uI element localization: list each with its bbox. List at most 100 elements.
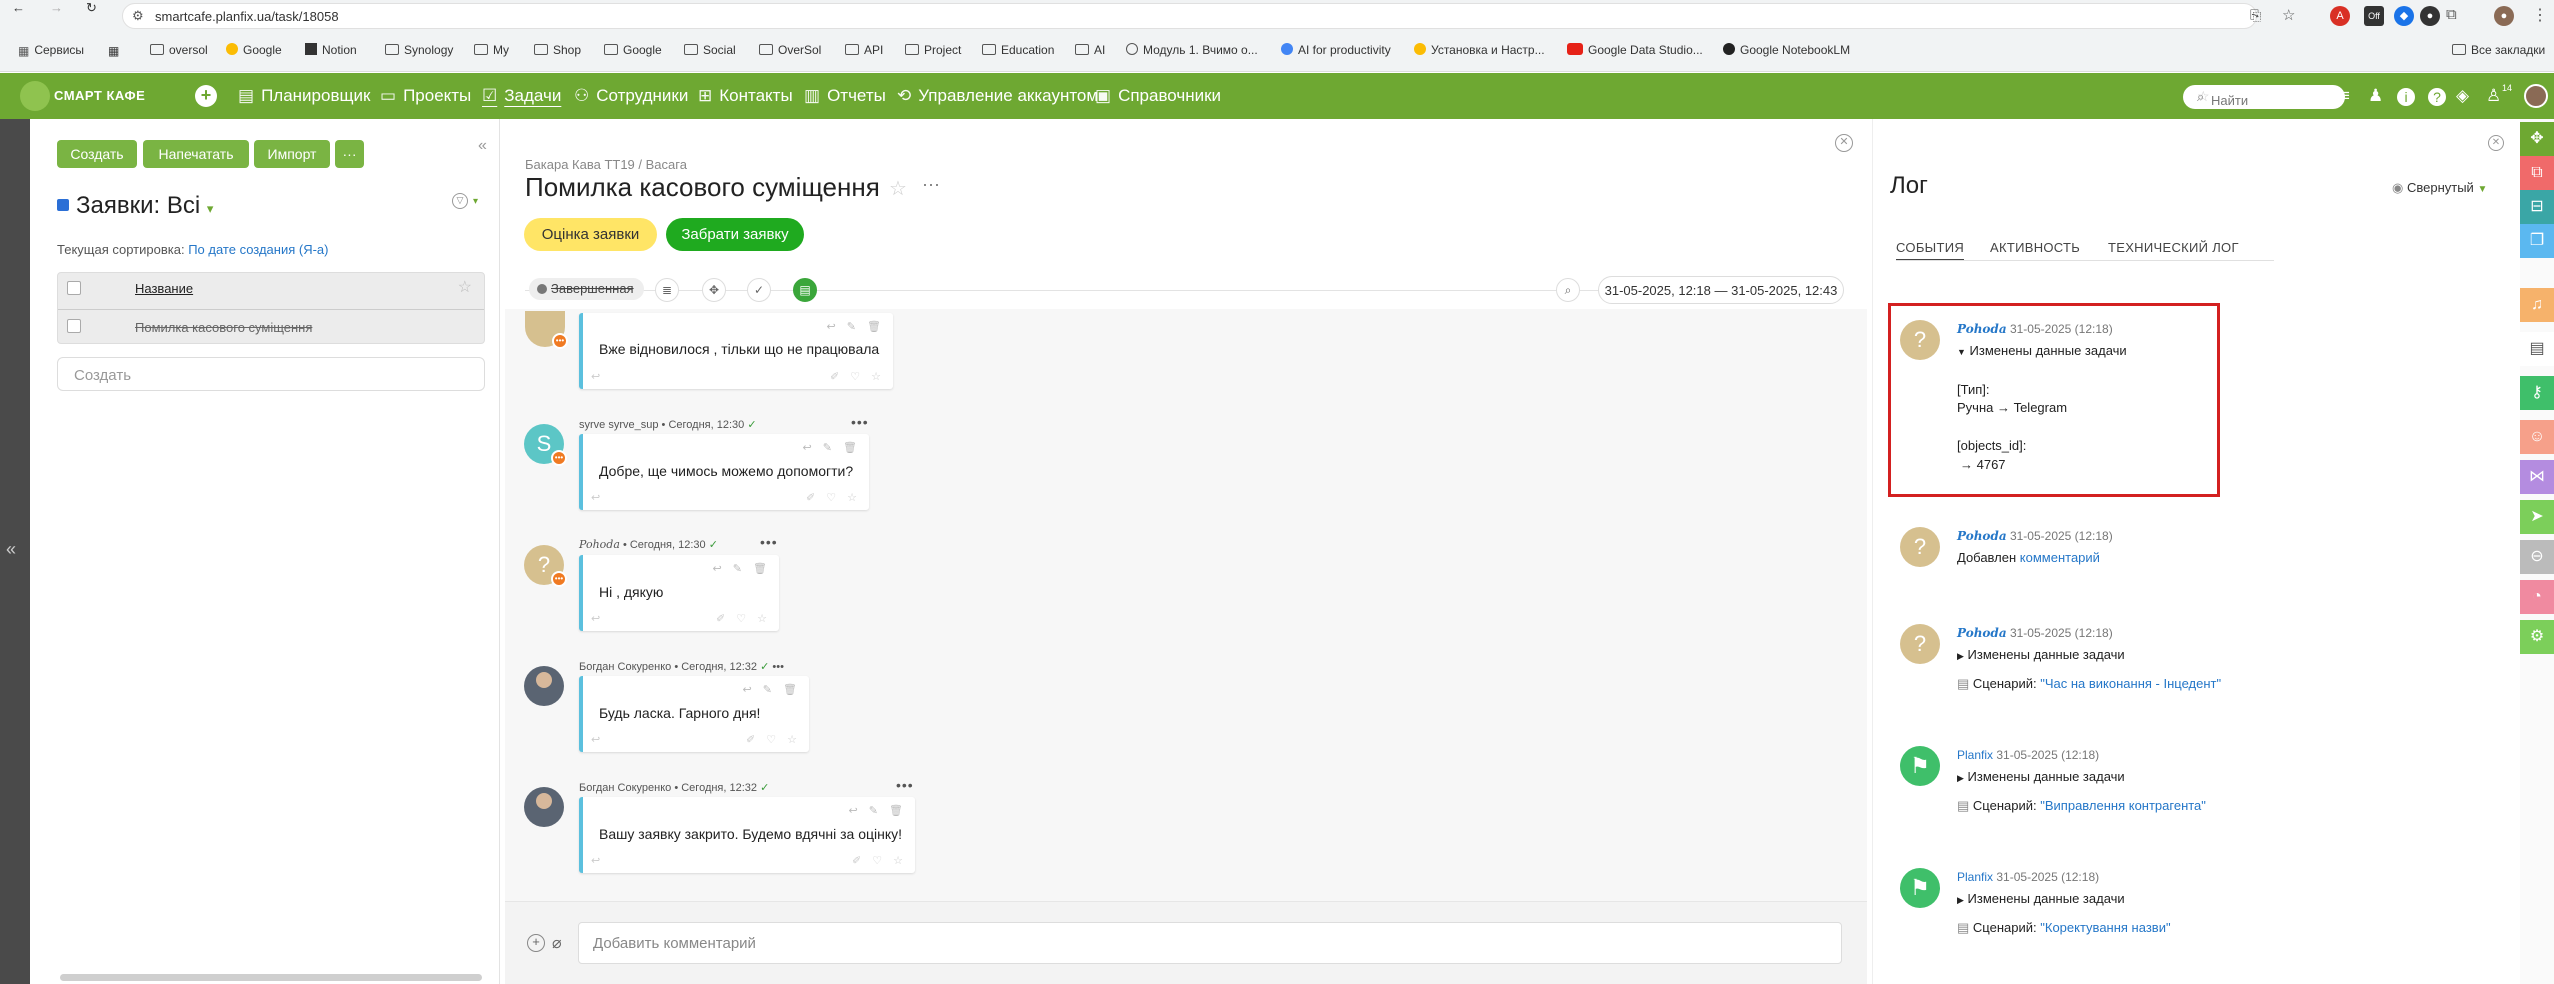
help-icon[interactable]: ? — [2428, 88, 2446, 106]
reaction-icons[interactable]: ✐ ♡ ☆ — [830, 370, 885, 383]
clock-icon[interactable]: ◔ — [2520, 580, 2554, 614]
bookmark-shop[interactable]: Shop — [534, 43, 581, 57]
checklist-icon[interactable]: ✓ — [747, 278, 771, 302]
logo-text[interactable]: СМАРТ КАФЕ — [54, 88, 145, 103]
log-author[interactable]: Planfix 31-05-2025 (12:18) — [1957, 870, 2099, 884]
list-dropdown-icon[interactable]: ▾ — [207, 201, 214, 216]
log-action[interactable]: ▶ Изменены данные задачи — [1957, 891, 2125, 906]
quick-create-input[interactable]: Создать — [57, 357, 485, 391]
reply-icon[interactable]: ↩ — [591, 491, 600, 504]
user-avatar[interactable] — [2524, 84, 2548, 108]
log-author[interactable]: Pohoda 31-05-2025 (12:18) — [1957, 626, 2113, 640]
date-range[interactable]: 31-05-2025, 12:18 — 31-05-2025, 12:43 — [1598, 276, 1844, 304]
bookmark-project[interactable]: Project — [905, 43, 961, 57]
clipboard-icon[interactable]: ▤ — [2520, 332, 2554, 366]
comment-link[interactable]: комментарий — [2020, 550, 2100, 565]
message-actions[interactable]: ↩ ✎ 🗑 — [712, 562, 771, 575]
favorite-icon[interactable]: ☆ — [2197, 88, 2335, 105]
bookmark-oversol[interactable]: oversol — [150, 43, 208, 57]
shield-icon[interactable]: ◆ — [2394, 6, 2414, 26]
table-row[interactable]: Помилка касового суміщення — [58, 310, 484, 345]
expand-icon[interactable]: « — [6, 539, 16, 560]
search-comments-icon[interactable]: ⌕ — [1556, 278, 1580, 302]
logo-icon[interactable] — [20, 81, 50, 111]
log-action[interactable]: ▶ Изменены данные задачи — [1957, 769, 2125, 784]
profile-avatar[interactable]: ● — [2494, 6, 2514, 26]
install-icon[interactable]: ⎘ — [2250, 7, 2261, 24]
info-icon[interactable]: i — [2397, 88, 2415, 106]
quick-add-button[interactable]: + — [195, 85, 217, 107]
reply-icon[interactable]: ↩ — [591, 612, 600, 625]
menu-contacts[interactable]: ⊞ Контакты — [698, 86, 793, 106]
forward-icon[interactable]: → — [50, 0, 63, 15]
print-button[interactable]: Напечатать — [143, 140, 249, 168]
layers-icon[interactable]: ◈ — [2456, 86, 2469, 106]
bookmark-synology[interactable]: Synology — [385, 43, 453, 57]
user-icon[interactable]: ♙ — [2486, 86, 2501, 106]
list-title[interactable]: Заявки: Всі ▾ — [76, 192, 213, 220]
log-author[interactable]: Pohoda 31-05-2025 (12:18) — [1957, 529, 2113, 543]
bookmark-module[interactable]: Модуль 1. Вчимо о... — [1126, 43, 1258, 57]
reload-icon[interactable]: ↻ — [86, 0, 97, 16]
scenario-link[interactable]: "Виправлення контрагента" — [2040, 798, 2206, 813]
reply-icon[interactable]: ↩ — [591, 854, 600, 867]
tab-events[interactable]: СОБЫТИЯ — [1896, 240, 1965, 261]
row-title[interactable]: Помилка касового суміщення — [135, 320, 312, 335]
task-star-icon[interactable]: ☆ — [889, 176, 907, 201]
bookmark-ai-productivity[interactable]: AI for productivity — [1281, 43, 1391, 57]
take-request-button[interactable]: Забрати заявку — [666, 218, 804, 251]
send-icon[interactable]: ➤ — [2520, 500, 2554, 534]
browser-menu-icon[interactable]: ⋮ — [2532, 5, 2548, 25]
bookmark-api[interactable]: API — [845, 43, 883, 57]
message-actions[interactable]: ↩ ✎ 🗑 — [848, 804, 907, 817]
menu-employees[interactable]: ⚇ Сотрудники — [574, 86, 688, 106]
subtasks-icon[interactable]: ⊟ — [2520, 190, 2554, 224]
menu-account[interactable]: ⟲ Управление аккаунтом — [897, 86, 1098, 106]
scenario-link[interactable]: "Коректування назви" — [2040, 920, 2170, 935]
row-checkbox[interactable] — [67, 319, 81, 333]
menu-projects[interactable]: ▭ Проекты — [380, 86, 471, 106]
reaction-icons[interactable]: ✐ ♡ ☆ — [806, 491, 861, 504]
reaction-icons[interactable]: ✐ ♡ ☆ — [716, 612, 771, 625]
analytics-icon[interactable]: ⋈ — [2520, 460, 2554, 494]
reply-icon[interactable]: ↩ — [591, 733, 600, 746]
message-actions[interactable]: ↩ ✎ 🗑 — [802, 441, 861, 454]
apps-grid-icon[interactable]: ▦ — [108, 43, 124, 58]
log-author[interactable]: Planfix 31-05-2025 (12:18) — [1957, 748, 2099, 762]
status-badge[interactable]: Завершенная — [529, 278, 644, 300]
message-menu-icon[interactable]: ••• — [896, 777, 914, 793]
menu-tasks[interactable]: ☑ Задачи — [482, 86, 561, 106]
all-bookmarks[interactable]: Все закладки — [2452, 43, 2545, 57]
close-task-icon[interactable]: ✕ — [1835, 134, 1853, 152]
menu-planner[interactable]: ▤ Планировщик — [238, 86, 370, 106]
bookmark-ai[interactable]: AI — [1075, 43, 1105, 57]
extension-icon[interactable]: ● — [2420, 6, 2440, 26]
move-icon[interactable]: ✥ — [2520, 122, 2554, 156]
message-menu-icon[interactable]: ••• — [851, 414, 869, 430]
bookmark-google[interactable]: Google — [226, 43, 282, 57]
create-button[interactable]: Создать — [57, 140, 137, 168]
rate-request-button[interactable]: Оцінка заявки — [524, 218, 657, 251]
tab-technical-log[interactable]: ТЕХНИЧЕСКИЙ ЛОГ — [2108, 240, 2239, 255]
adblock-icon[interactable]: A — [2330, 6, 2350, 26]
breadcrumb[interactable]: Бакара Кава ТТ19 / Васага — [525, 157, 687, 172]
bookmark-data-studio[interactable]: Google Data Studio... — [1567, 43, 1703, 57]
column-star-icon[interactable]: ☆ — [458, 277, 472, 297]
files-icon[interactable]: ❐ — [2520, 224, 2554, 258]
menu-reports[interactable]: ▥ Отчеты — [804, 86, 886, 106]
log-author[interactable]: Pohoda 31-05-2025 (12:18) — [1957, 322, 2113, 336]
filter-dropdown-icon[interactable]: ▾ — [473, 196, 478, 207]
comments-icon[interactable]: ▤ — [793, 278, 817, 302]
filter-icon[interactable]: ▽ — [452, 193, 468, 209]
message-actions[interactable]: ↩ ✎ 🗑 — [742, 683, 801, 696]
message-menu-icon[interactable]: ••• — [760, 534, 778, 550]
scenario-link[interactable]: "Час на виконання - Інцедент" — [2040, 676, 2221, 691]
bookmark-apps[interactable]: ▦ Сервисы — [18, 43, 84, 58]
log-view-select[interactable]: ◉ Свернутый ▼ — [2392, 180, 2487, 196]
log-action[interactable]: ▶ Изменены данные задачи — [1957, 647, 2125, 662]
key-icon[interactable]: ⚷ — [2520, 376, 2554, 410]
settings-gear-icon[interactable]: ⚙ — [2520, 620, 2554, 654]
select-all-checkbox[interactable] — [67, 281, 81, 295]
bookmark-notion[interactable]: Notion — [305, 43, 357, 57]
attach-icon[interactable]: ⌀ — [552, 933, 562, 953]
